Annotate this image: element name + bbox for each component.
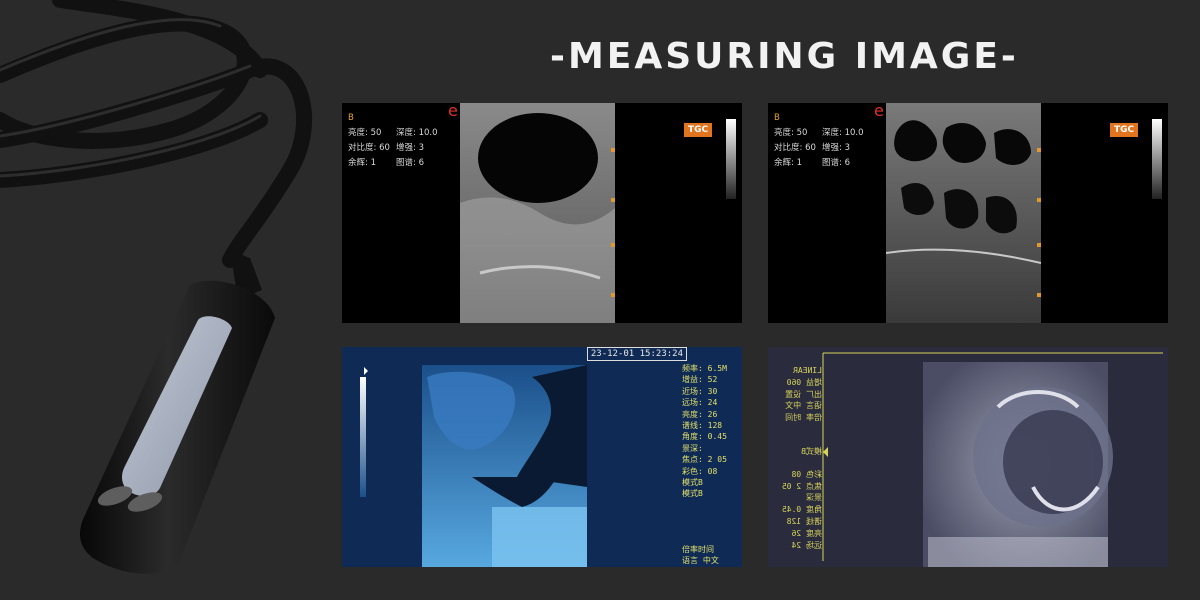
parameter-item: 语言 中文 [785, 401, 822, 411]
parameter-item [772, 424, 822, 435]
param-brightness: 亮度: 50 [348, 128, 382, 138]
grayscale-bar [1152, 119, 1162, 199]
parameter-item: 焦点 2 05 [781, 481, 822, 491]
parameter-item: 角度 0.45 [781, 505, 822, 515]
parameter-item: 模式B [682, 478, 703, 488]
ultrasound-probe-image [0, 0, 312, 574]
param-enhance: 增强: 3 [396, 143, 424, 153]
page-title: -MEASURING IMAGE- [550, 36, 1019, 77]
parameter-list: LINEAR 增益 060 出厂 设置语言 中文倍率 时间模式B 彩色 08 焦点 2 … [772, 365, 822, 551]
ultrasound-panel-2: B 亮度: 50 深度: 10.0 对比度: 60 增强: 3 余辉: 1 图谱: 6… [768, 103, 1168, 323]
parameter-item: 角度: 0.45 [682, 432, 727, 442]
brand-logo: e [448, 103, 458, 120]
param-map: 图谱: 6 [396, 158, 424, 168]
mode-label: B [774, 113, 780, 123]
ultrasound-panel-4: LINEAR 增益 060 出厂 设置语言 中文倍率 时间模式B 彩色 08 焦点 2 … [768, 347, 1168, 567]
param-enhance: 增强: 3 [822, 143, 850, 153]
parameter-item: 频率: 6.5M [682, 364, 727, 373]
parameter-item: 出厂 设置 [785, 389, 822, 399]
scan-parameters: B 亮度: 50 深度: 10.0 对比度: 60 增强: 3 余辉: 1 图谱: 6 [348, 111, 444, 171]
param-persistence: 余辉: 1 [774, 158, 802, 168]
param-map: 图谱: 6 [822, 158, 850, 168]
ultrasound-scan-image [460, 103, 615, 323]
param-contrast: 对比度: 60 [348, 143, 390, 153]
parameter-item: 增益: 52 [682, 375, 718, 385]
ultrasound-scan-image [886, 103, 1041, 323]
ultrasound-panel-1: B 亮度: 50 深度: 10.0 对比度: 60 增强: 3 余辉: 1 图谱: 6… [342, 103, 742, 323]
parameter-item: 远场: 24 [682, 398, 718, 408]
parameter-item [772, 458, 822, 469]
parameter-item [772, 435, 822, 446]
scan-parameters: B 亮度: 50 深度: 10.0 对比度: 60 增强: 3 余辉: 1 图谱: 6 [774, 111, 870, 171]
brand-logo: e [874, 103, 884, 120]
parameter-item: 焦点: 2 05 [682, 455, 727, 465]
parameter-item: 景深: [682, 443, 703, 453]
grayscale-bar [726, 119, 736, 199]
ultrasound-scan-image [768, 347, 1168, 567]
parameter-item: 倍率 时间 [785, 413, 822, 423]
parameter-item: 亮度: 26 [682, 409, 718, 419]
ultrasound-panel-3: 23-12-01 15:23:24 频率: 6.5M 增益: 52 近场: 30 远场… [342, 347, 742, 567]
parameter-item [682, 500, 737, 511]
parameter-item [682, 511, 737, 522]
parameter-item: 远场 24 [791, 540, 822, 550]
parameter-item: 景深 [806, 493, 822, 503]
tgc-button[interactable]: TGC [684, 123, 713, 137]
parameter-item: 谱线: 128 [682, 421, 723, 431]
parameter-item: 语言 中文 [682, 556, 719, 566]
param-depth: 深度: 10.0 [396, 128, 438, 138]
mode-label: B [348, 113, 354, 123]
parameter-item: LINEAR [793, 366, 822, 375]
timestamp: 23-12-01 15:23:24 [586, 347, 687, 361]
parameter-item: 模式B [682, 489, 703, 499]
param-depth: 深度: 10.0 [822, 128, 864, 138]
parameter-item: 模式B [801, 446, 822, 456]
parameter-item: 彩色: 08 [682, 466, 718, 476]
parameter-item: 倍率时间 [682, 544, 714, 554]
parameter-item [682, 522, 737, 533]
parameter-list: 频率: 6.5M 增益: 52 近场: 30 远场: 24 亮度: 26 谱线: 128 角… [682, 363, 737, 567]
parameter-item: 近场: 30 [682, 386, 718, 396]
tgc-button[interactable]: TGC [1110, 123, 1139, 137]
parameter-item: 增益 060 [786, 377, 822, 387]
param-brightness: 亮度: 50 [774, 128, 808, 138]
parameter-item [682, 533, 737, 544]
param-contrast: 对比度: 60 [774, 143, 816, 153]
param-persistence: 余辉: 1 [348, 158, 376, 168]
parameter-item: 彩色 08 [791, 469, 822, 479]
parameter-item: 谱线 128 [786, 516, 822, 526]
parameter-item: 亮度 26 [791, 528, 822, 538]
